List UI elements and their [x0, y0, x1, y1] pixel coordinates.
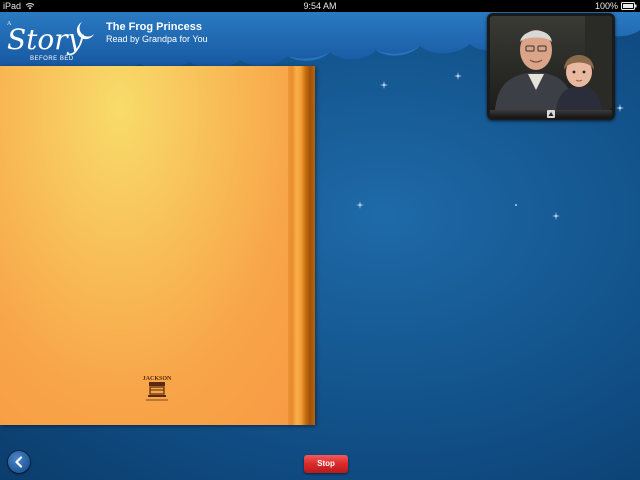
book-subtitle: Read by Grandpa for You	[106, 34, 208, 44]
star-icon	[515, 204, 517, 206]
video-feed	[490, 16, 612, 110]
svg-text:BEFORE BED: BEFORE BED	[30, 56, 74, 62]
svg-text:Story: Story	[7, 23, 85, 56]
publisher-logo: JACKSON	[143, 376, 172, 401]
book-spine	[288, 66, 315, 425]
story-before-bed-logo: A Story BEFORE BED	[7, 21, 94, 62]
svg-text:JACKSON: JACKSON	[143, 376, 172, 382]
stop-button[interactable]: Stop	[304, 455, 348, 473]
star-icon	[454, 72, 462, 80]
battery-icon	[621, 2, 637, 10]
app-screen: iPad 9:54 AM 100% A Story BEFORE BED The…	[0, 0, 640, 480]
book-cover-page[interactable]: JACKSON	[0, 66, 315, 425]
star-icon	[380, 81, 388, 89]
video-chat-window[interactable]	[487, 13, 615, 120]
star-icon	[552, 212, 560, 220]
battery-level: 100%	[594, 1, 618, 11]
chevron-up-icon	[548, 112, 554, 116]
star-icon	[356, 201, 364, 209]
back-button[interactable]	[8, 451, 30, 473]
video-toggle-button[interactable]	[547, 110, 555, 118]
chevron-left-icon	[15, 456, 23, 468]
status-bar: iPad 9:54 AM 100%	[0, 0, 640, 12]
video-control-bar	[490, 110, 612, 118]
book-title: The Frog Princess	[106, 21, 202, 33]
clock: 9:54 AM	[303, 1, 337, 11]
star-icon	[616, 104, 624, 112]
